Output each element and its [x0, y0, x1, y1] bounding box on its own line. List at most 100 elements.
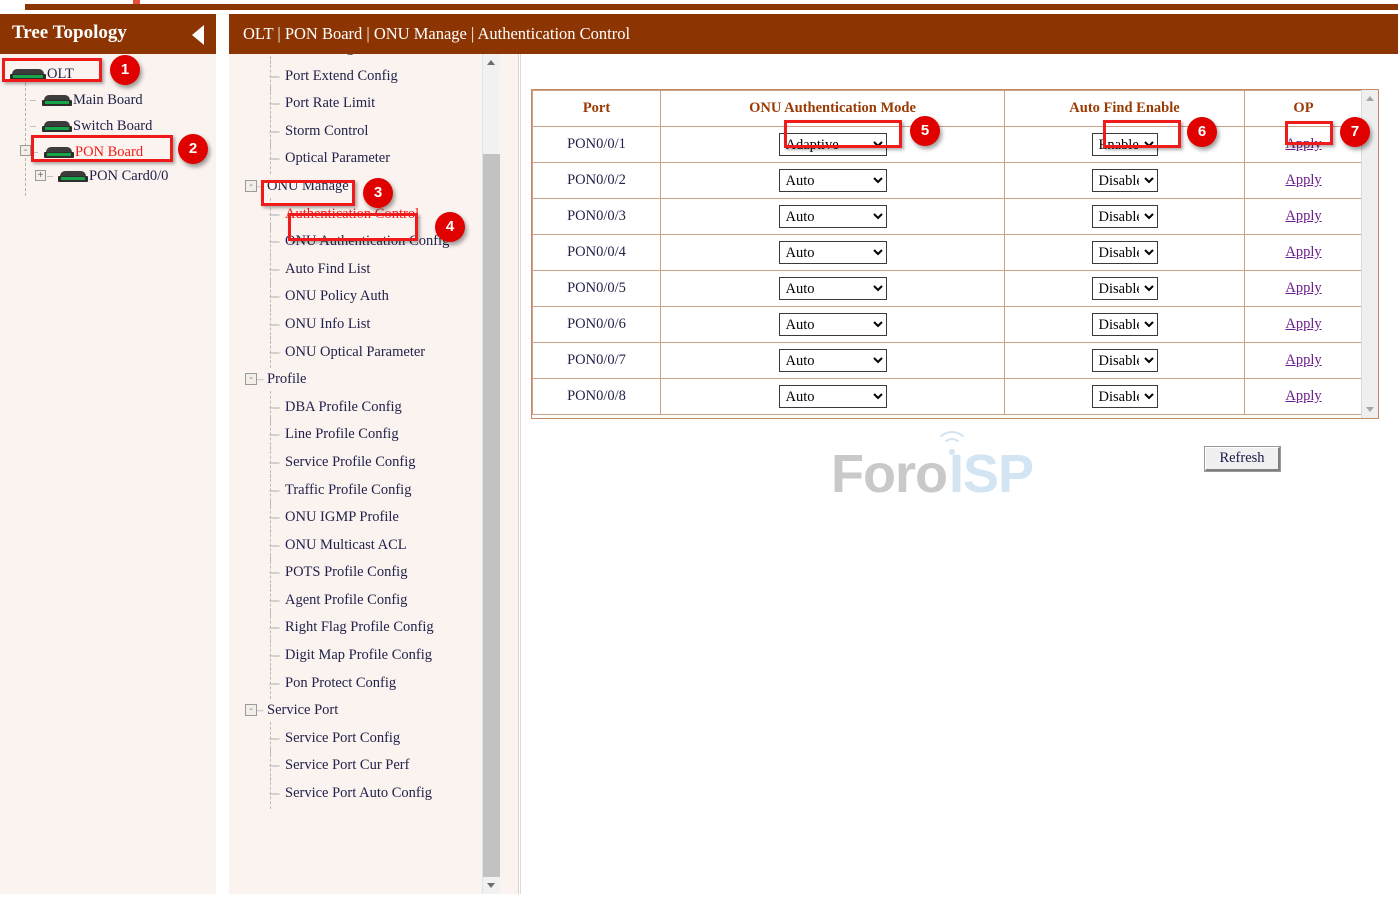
bottom-white-strip	[0, 894, 1398, 902]
device-chassis-icon	[42, 95, 72, 107]
table-row: PON0/0/8AutoAdaptiveEnableDisableApply	[533, 379, 1363, 415]
table-row: PON0/0/6 AutoAdaptive EnableDisable Apply	[533, 307, 1363, 343]
cell-port: PON0/0/1	[533, 127, 661, 163]
top-cropped-bar	[0, 0, 1398, 14]
cell-auto-find: EnableDisable	[1005, 379, 1245, 415]
auth-mode-select[interactable]: AutoAdaptive	[779, 349, 887, 372]
cell-op: Apply	[1245, 379, 1363, 415]
annotation-badge-7: 7	[1340, 117, 1370, 147]
minus-icon: -	[24, 145, 27, 156]
table-row: PON0/0/5 AutoAdaptive EnableDisable Apply	[533, 271, 1363, 307]
table-row: PON0/0/7 AutoAdaptive EnableDisable Apply	[533, 343, 1363, 379]
top-red-speck	[133, 0, 140, 4]
auto-find-select[interactable]: EnableDisable	[1092, 277, 1158, 300]
table-row: PON0/0/3 AutoAdaptive EnableDisable Apply	[533, 199, 1363, 235]
apply-link[interactable]: Apply	[1285, 136, 1321, 152]
cell-auth-mode: AutoAdaptive	[661, 271, 1005, 307]
cell-auth-mode: AutoAdaptive	[661, 127, 1005, 163]
cell-op: Apply	[1245, 235, 1363, 271]
cell-op: Apply	[1245, 307, 1363, 343]
cell-auth-mode: AutoAdaptive	[661, 235, 1005, 271]
apply-link[interactable]: Apply	[1285, 172, 1321, 188]
cell-port: PON0/0/3	[533, 199, 661, 235]
auth-mode-select[interactable]: AutoAdaptive	[779, 169, 887, 192]
breadcrumb: OLT | PON Board | ONU Manage | Authentic…	[229, 14, 1398, 54]
auth-mode-select[interactable]: AutoAdaptive	[779, 205, 887, 228]
top-brown-bar	[25, 4, 1398, 10]
tree-connector-line	[25, 78, 26, 196]
tree-node-pon-board[interactable]: PON Board	[44, 144, 143, 161]
column-header-auth-mode: ONU Authentication Mode	[661, 91, 1005, 127]
tree-node-olt[interactable]: OLT	[10, 66, 74, 83]
cell-auth-mode: AutoAdaptive	[661, 379, 1005, 415]
tree-node-switch-board[interactable]: Switch Board	[42, 118, 152, 135]
cell-port: PON0/0/6	[533, 307, 661, 343]
cell-op: Apply	[1245, 343, 1363, 379]
tree-collapse-toggle-pon-board[interactable]: -	[20, 145, 31, 156]
cell-port: PON0/0/5	[533, 271, 661, 307]
auth-mode-select[interactable]: AutoAdaptive	[779, 313, 887, 336]
auto-find-select[interactable]: EnableDisable	[1092, 241, 1158, 264]
refresh-button[interactable]: Refresh	[1205, 447, 1280, 471]
plus-icon: +	[38, 170, 44, 181]
auth-mode-select[interactable]: AutoAdaptive	[779, 385, 887, 408]
cell-op: Apply	[1245, 271, 1363, 307]
table-scroll-down-arrow-icon[interactable]	[1362, 401, 1379, 418]
tree-expand-toggle-pon-card[interactable]: +	[35, 170, 46, 181]
tree-node-label: Switch Board	[73, 118, 152, 134]
annotation-badge-1: 1	[110, 55, 140, 85]
auto-find-select[interactable]: EnableDisable	[1092, 205, 1158, 228]
auto-find-select[interactable]: EnableDisable	[1092, 385, 1158, 408]
cell-op: Apply	[1245, 199, 1363, 235]
cell-auto-find: EnableDisable	[1005, 271, 1245, 307]
cell-port: PON0/0/7	[533, 343, 661, 379]
table-body: PON0/0/1AutoAdaptiveEnableDisableApplyPO…	[533, 127, 1363, 415]
main-content-area: OLT | PON Board | ONU Manage | Authentic…	[229, 14, 1398, 894]
table-scroll-up-arrow-icon[interactable]	[1362, 90, 1379, 107]
wifi-dot-icon	[949, 449, 955, 455]
tree-node-label: OLT	[47, 66, 74, 82]
apply-link[interactable]: Apply	[1285, 316, 1321, 332]
cell-op: Apply	[1245, 163, 1363, 199]
auth-mode-select[interactable]: AutoAdaptive	[779, 133, 887, 156]
tree-dash: –	[30, 118, 36, 133]
tree-node-label: Main Board	[73, 92, 143, 108]
cell-auth-mode: AutoAdaptive	[661, 307, 1005, 343]
port-authentication-table: Port ONU Authentication Mode Auto Find E…	[532, 90, 1363, 415]
tree-node-label: PON Board	[75, 144, 143, 160]
apply-link[interactable]: Apply	[1285, 208, 1321, 224]
annotation-badge-6: 6	[1187, 117, 1217, 147]
foroisp-watermark: Foro ISP	[831, 429, 1041, 509]
device-chassis-icon	[10, 69, 46, 81]
apply-link[interactable]: Apply	[1285, 352, 1321, 368]
auth-mode-select[interactable]: AutoAdaptive	[779, 277, 887, 300]
apply-link[interactable]: Apply	[1285, 280, 1321, 296]
tree-topology-title: Tree Topology	[12, 22, 127, 43]
tree-dash: –	[30, 92, 36, 107]
table-row: PON0/0/4 AutoAdaptive EnableDisable Apply	[533, 235, 1363, 271]
auto-find-select[interactable]: EnableDisable	[1092, 349, 1158, 372]
table-header-row: Port ONU Authentication Mode Auto Find E…	[533, 91, 1363, 127]
auto-find-select[interactable]: EnableDisable	[1092, 169, 1158, 192]
cell-auto-find: EnableDisable	[1005, 163, 1245, 199]
device-chassis-icon	[44, 147, 74, 159]
auto-find-select[interactable]: EnableDisable	[1092, 133, 1158, 156]
apply-link[interactable]: Apply	[1285, 244, 1321, 260]
cell-auth-mode: AutoAdaptive	[661, 199, 1005, 235]
cell-auth-mode: AutoAdaptive	[661, 343, 1005, 379]
table-row: PON0/0/1 AutoAdaptive EnableDisable Apply	[533, 127, 1363, 163]
column-header-port: Port	[533, 91, 661, 127]
tree-dash: –	[32, 144, 38, 159]
left-triangle-icon[interactable]	[192, 25, 204, 45]
tree-node-label: PON Card0/0	[89, 168, 168, 184]
table-row: PON0/0/2AutoAdaptiveEnableDisableApply	[533, 163, 1363, 199]
cell-port: PON0/0/4	[533, 235, 661, 271]
auth-mode-select[interactable]: AutoAdaptive	[779, 241, 887, 264]
auto-find-select[interactable]: EnableDisable	[1092, 313, 1158, 336]
content-body: Port ONU Authentication Mode Auto Find E…	[520, 54, 1398, 894]
tree-topology-body: OLT – Main Board – Switch Board - – PON …	[0, 54, 216, 894]
cell-auto-find: EnableDisable	[1005, 343, 1245, 379]
apply-link[interactable]: Apply	[1285, 388, 1321, 404]
tree-node-main-board[interactable]: Main Board	[42, 92, 143, 109]
tree-node-pon-card[interactable]: PON Card0/0	[58, 168, 168, 185]
